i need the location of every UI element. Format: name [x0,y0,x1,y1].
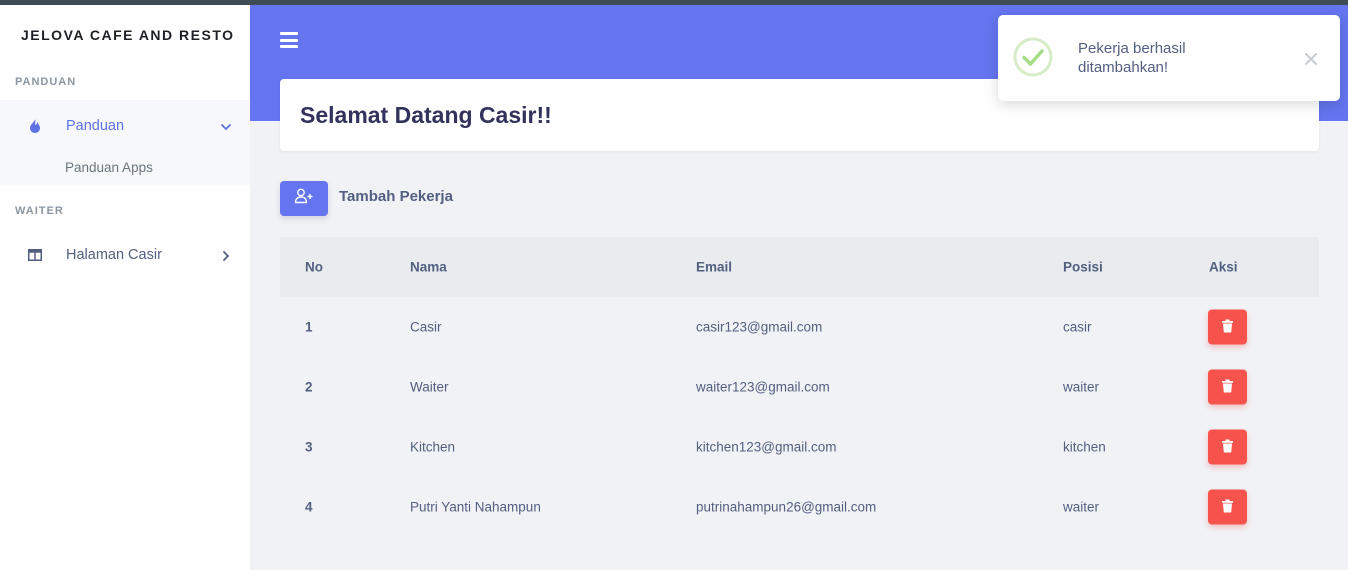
brand-title: JELOVA CAFE AND RESTO [21,27,235,43]
workers-table: No Nama Email Posisi Aksi 1 Casir casir1… [280,237,1319,537]
check-circle-icon [1013,37,1053,77]
cell-no: 4 [305,499,313,515]
sidebar-item-panduan[interactable]: Panduan [0,105,250,147]
sidebar-item-label: Panduan [66,118,125,134]
cell-email: waiter123@gmail.com [696,379,830,395]
section-title-panduan: PANDUAN [15,76,77,88]
cell-posisi: waiter [1063,499,1100,515]
cell-email: casir123@gmail.com [696,319,823,335]
chevron-right-icon [220,249,232,261]
column-header-email: Email [696,259,733,275]
page-title: Selamat Datang Casir!! [300,101,552,128]
fire-icon [27,118,43,134]
hamburger-menu-icon[interactable] [280,32,298,48]
table-row: 1 Casir casir123@gmail.com casir [280,297,1319,357]
column-header-nama: Nama [410,259,447,275]
section-title-waiter: WAITER [15,205,64,217]
delete-button[interactable] [1208,429,1247,465]
success-toast: Pekerja berhasil ditambahkan! [998,15,1340,101]
add-worker-button[interactable] [280,181,328,216]
add-worker-label: Tambah Pekerja [339,188,453,205]
table-header: No Nama Email Posisi Aksi [280,237,1319,297]
cell-posisi: kitchen [1063,439,1106,455]
sidebar-subitem-panduan-apps[interactable]: Panduan Apps [65,160,153,175]
sidebar-item-label: Halaman Casir [66,247,162,263]
trash-icon [1222,319,1233,335]
columns-icon [27,247,43,263]
cell-nama: Casir [410,319,442,335]
delete-button[interactable] [1208,309,1247,345]
delete-button[interactable] [1208,369,1247,405]
trash-icon [1222,439,1233,455]
column-header-posisi: Posisi [1063,259,1103,275]
cell-nama: Putri Yanti Nahampun [410,499,541,515]
cell-nama: Kitchen [410,439,456,455]
table-row: 2 Waiter waiter123@gmail.com waiter [280,357,1319,417]
toast-message: Pekerja berhasil ditambahkan! [1078,40,1186,76]
delete-button[interactable] [1208,489,1247,525]
cell-email: kitchen123@gmail.com [696,439,837,455]
table-row: 4 Putri Yanti Nahampun putrinahampun26@g… [280,477,1319,537]
column-header-aksi: Aksi [1209,259,1238,275]
trash-icon [1222,499,1233,515]
cell-email: putrinahampun26@gmail.com [696,499,877,515]
trash-icon [1222,379,1233,395]
sidebar-item-halaman-casir[interactable]: Halaman Casir [0,234,250,276]
cell-no: 3 [305,439,313,455]
cell-no: 1 [305,319,313,335]
cell-no: 2 [305,379,313,395]
chevron-down-icon [220,120,232,132]
column-header-no: No [305,259,323,275]
table-row: 3 Kitchen kitchen123@gmail.com kitchen [280,417,1319,477]
cell-posisi: casir [1063,319,1092,335]
cell-posisi: waiter [1063,379,1100,395]
close-icon[interactable] [1304,52,1318,66]
sidebar: JELOVA CAFE AND RESTO PANDUAN Panduan Pa… [0,5,250,570]
cell-nama: Waiter [410,379,449,395]
user-plus-icon [294,188,314,209]
